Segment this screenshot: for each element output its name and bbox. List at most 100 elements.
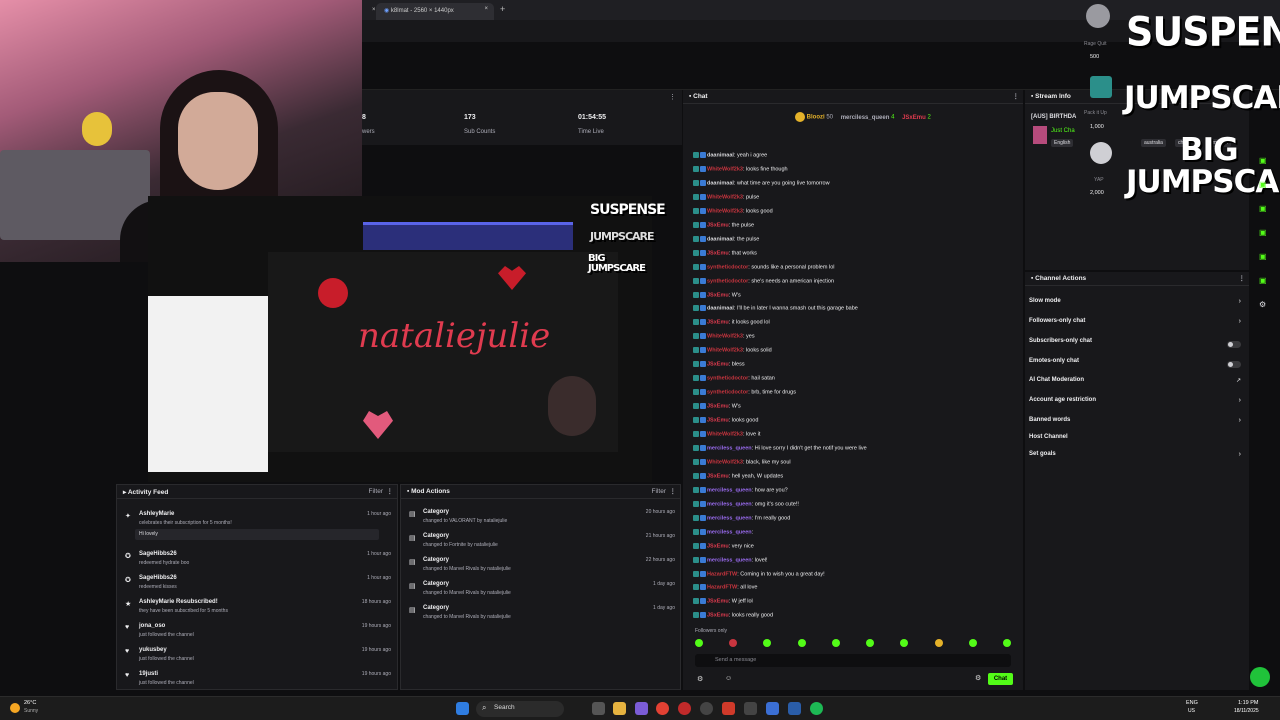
chat-username[interactable]: merciless_queen — [707, 487, 752, 493]
action-ai-moderation[interactable]: AI Chat Moderation ↗ — [1025, 377, 1249, 389]
action-slow-mode[interactable]: Slow mode › — [1025, 298, 1249, 310]
emote-icon[interactable] — [866, 639, 875, 647]
chat-username[interactable]: syntheticdoctor — [707, 390, 748, 396]
mod-menu-icon[interactable]: ⋮ — [670, 487, 677, 495]
emote-icon[interactable] — [934, 639, 943, 647]
chat-username[interactable]: merciless_queen — [707, 529, 752, 535]
app-icon[interactable] — [744, 702, 757, 715]
lang-indicator[interactable]: ENG — [1186, 700, 1198, 706]
rail-icon[interactable]: ▣ — [1259, 252, 1267, 261]
chrome-icon[interactable] — [656, 702, 669, 715]
emote-icon[interactable] — [900, 639, 909, 647]
emote-icon[interactable] — [1002, 639, 1011, 647]
chat-username[interactable]: WhiteWolf2k3 — [707, 334, 743, 340]
chat-message: WhiteWolf2k3: pulse — [693, 193, 759, 200]
floating-action-button[interactable] — [1250, 667, 1270, 687]
chat-username[interactable]: merciless_queen — [707, 557, 752, 563]
chat-username[interactable]: daanimaal — [707, 180, 734, 186]
chat-username[interactable]: JSxEmu — [707, 418, 729, 424]
gear-icon[interactable]: ⚙ — [975, 674, 981, 682]
chat-username[interactable]: merciless_queen — [707, 501, 752, 507]
chat-username[interactable]: HazardFTW — [707, 571, 737, 577]
chat-username[interactable]: daanimaal — [707, 152, 734, 158]
chat-input[interactable]: Send a message — [695, 654, 1011, 667]
tag-chip[interactable]: australia — [1141, 139, 1166, 147]
chat-username[interactable]: JSxEmu — [707, 599, 729, 605]
chat-username[interactable]: JSxEmu — [707, 473, 729, 479]
rail-icon[interactable]: ▣ — [1259, 276, 1267, 285]
emote-icon[interactable] — [695, 639, 703, 647]
chat-username[interactable]: JSxEmu — [707, 250, 729, 256]
reward-icon[interactable] — [1090, 76, 1112, 98]
file-explorer-icon[interactable] — [613, 702, 626, 715]
chat-username[interactable]: daanimaal — [707, 236, 734, 242]
badge-icon — [693, 375, 699, 382]
rail-icon[interactable]: ▣ — [1259, 156, 1267, 165]
rail-icon[interactable]: ▣ — [1259, 204, 1267, 213]
app-icon[interactable] — [722, 702, 735, 715]
chat-username[interactable]: WhiteWolf2k3 — [707, 166, 743, 172]
chat-username[interactable]: JSxEmu — [707, 404, 729, 410]
chat-username[interactable]: JSxEmu — [707, 222, 729, 228]
clock-time[interactable]: 1:19 PM — [1238, 700, 1258, 706]
windows-start-icon[interactable] — [456, 702, 469, 715]
chat-username[interactable]: daanimaal — [707, 306, 734, 312]
spotify-icon[interactable] — [810, 702, 823, 715]
action-set-goals[interactable]: Set goals › — [1025, 451, 1249, 463]
action-followers-only[interactable]: Followers-only chat › — [1025, 318, 1249, 330]
emote-icon[interactable] — [797, 639, 806, 647]
chat-username[interactable]: WhiteWolf2k3 — [707, 208, 743, 214]
chat-username[interactable]: HazardFTW — [707, 585, 737, 591]
tab-close-icon[interactable]: × — [484, 6, 488, 12]
rail-icon[interactable]: ▣ — [1259, 228, 1267, 237]
emote-icon[interactable] — [831, 639, 840, 647]
action-banned-words[interactable]: Banned words › — [1025, 417, 1249, 429]
taskbar-search[interactable]: ⌕ Search — [476, 701, 564, 717]
chat-username[interactable]: syntheticdoctor — [707, 278, 748, 284]
activity-filter-button[interactable]: Filter — [369, 488, 383, 495]
app-icon[interactable] — [766, 702, 779, 715]
emote-icon[interactable] — [729, 639, 738, 647]
obs-icon[interactable] — [700, 702, 713, 715]
chat-username[interactable]: syntheticdoctor — [707, 376, 748, 382]
tag-chip[interactable]: English — [1051, 139, 1074, 147]
chat-username[interactable]: JSxEmu — [707, 320, 729, 326]
opera-icon[interactable] — [678, 702, 691, 715]
chat-username[interactable]: WhiteWolf2k3 — [707, 459, 743, 465]
stats-menu-icon[interactable]: ⋮ — [669, 93, 676, 101]
subscribers-only-toggle[interactable] — [1227, 341, 1241, 348]
chat-username[interactable]: JSxEmu — [707, 292, 729, 298]
chat-username[interactable]: WhiteWolf2k3 — [707, 194, 743, 200]
reward-icon[interactable] — [1090, 142, 1112, 164]
emote-icon[interactable] — [968, 639, 977, 647]
new-tab-button[interactable]: + — [500, 4, 505, 14]
stream-preview[interactable]: nataliejulie SUSPENSE JUMPSCARE BIG JUMP… — [148, 196, 666, 482]
steam-icon[interactable] — [788, 702, 801, 715]
chat-username[interactable]: merciless_queen — [707, 515, 752, 521]
action-account-age[interactable]: Account age restriction › — [1025, 397, 1249, 409]
stream-category[interactable]: Just Cha — [1051, 128, 1075, 134]
send-chat-button[interactable]: Chat — [988, 673, 1013, 685]
task-view-icon[interactable] — [592, 702, 605, 715]
rail-icon[interactable]: ▣ — [1259, 180, 1267, 189]
activity-menu-icon[interactable]: ⋮ — [387, 487, 394, 495]
chat-settings-icon[interactable]: ⚙ — [697, 675, 703, 683]
chat-username[interactable]: JSxEmu — [707, 543, 729, 549]
chat-username[interactable]: WhiteWolf2k3 — [707, 431, 743, 437]
chat-username[interactable]: syntheticdoctor — [707, 264, 748, 270]
chat-username[interactable]: JSxEmu — [707, 613, 729, 619]
chat-username[interactable]: merciless_queen — [707, 445, 752, 451]
chat-menu-icon[interactable]: ⋮ — [1013, 92, 1020, 100]
emote-icon[interactable] — [763, 639, 772, 647]
mod-filter-button[interactable]: Filter — [652, 488, 666, 495]
rail-icon[interactable]: ⚙ — [1259, 300, 1266, 309]
app-icon[interactable] — [635, 702, 648, 715]
chat-username[interactable]: JSxEmu — [707, 362, 729, 368]
emotes-only-toggle[interactable] — [1227, 361, 1241, 368]
chat-message: merciless_queen: — [693, 528, 753, 535]
browser-tab[interactable]: ◉ k8lmat - 2560 × 1440px × — [376, 3, 494, 20]
action-host-channel[interactable]: Host Channel — [1025, 434, 1249, 446]
emote-picker-icon[interactable]: ☺ — [725, 675, 732, 682]
channel-actions-menu-icon[interactable]: ⋮ — [1239, 274, 1246, 282]
chat-username[interactable]: WhiteWolf2k3 — [707, 348, 743, 354]
